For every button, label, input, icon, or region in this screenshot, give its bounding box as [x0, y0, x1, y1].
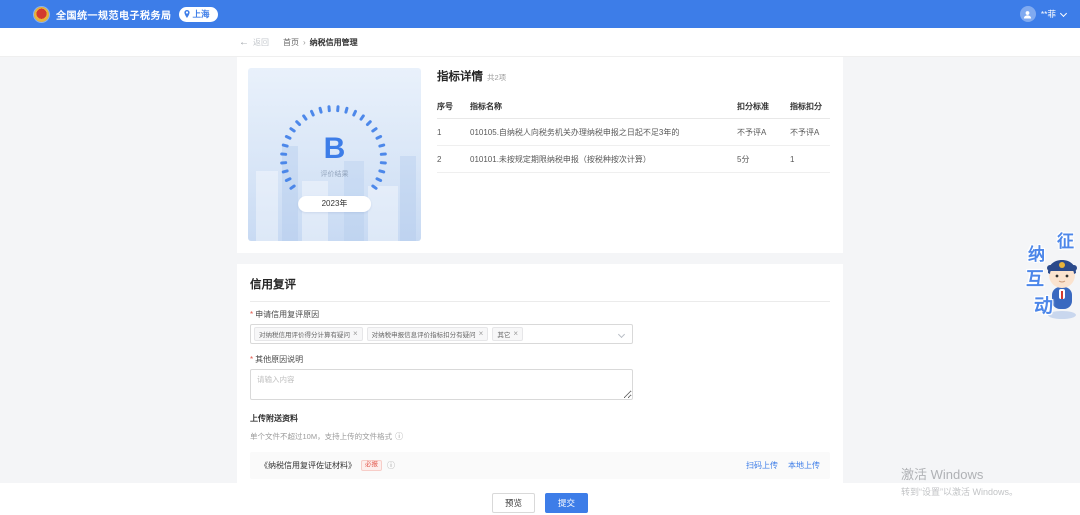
app-header: 全国统一规范电子税务局 上海 **菲 [0, 0, 1080, 28]
col-header-name: 指标名称 [470, 94, 737, 119]
reason-tag: 对纳税信用评价得分计算有疑问 × [254, 327, 363, 341]
back-link[interactable]: 返回 [253, 37, 269, 48]
scan-upload-link[interactable]: 扫码上传 [746, 460, 778, 471]
reason-multiselect[interactable]: 对纳税信用评价得分计算有疑问 × 对纳税申报信息评价指标扣分有疑问 × 其它 × [250, 324, 633, 344]
footer-action-bar: 预览 提交 [0, 483, 1080, 515]
reason-field-label: *申请信用复评原因 [250, 309, 830, 320]
col-header-no: 序号 [437, 94, 470, 119]
user-menu[interactable]: **菲 [1020, 6, 1066, 22]
info-icon[interactable]: ⓘ [387, 460, 395, 471]
reason-tag: 其它 × [492, 327, 523, 341]
rating-year-pill[interactable]: 2023年 [298, 196, 372, 212]
tag-close-icon[interactable]: × [513, 330, 518, 338]
preview-button[interactable]: 预览 [492, 493, 535, 513]
cell-deduction: 1 [790, 146, 830, 173]
location-badge[interactable]: 上海 [179, 7, 218, 22]
cell-name: 010105.自纳税人向税务机关办理纳税申报之日起不足3年的 [470, 119, 737, 146]
user-name: **菲 [1041, 8, 1056, 20]
breadcrumb-current: 纳税信用管理 [310, 37, 358, 48]
reason-tag: 对纳税申报信息评价指标扣分有疑问 × [367, 327, 489, 341]
indicator-table-section: 指标详情共2项 序号 指标名称 扣分标准 指标扣分 1 010105.自纳税人向… [437, 67, 830, 173]
chevron-down-icon [1060, 9, 1067, 16]
rating-grade-label: 评价结果 [248, 169, 421, 179]
cell-no: 2 [437, 146, 470, 173]
cell-no: 1 [437, 119, 470, 146]
interaction-mascot[interactable]: 征 纳 互 动 [1024, 227, 1080, 331]
app-title: 全国统一规范电子税务局 [56, 7, 172, 22]
mascot-char: 纳 [1028, 240, 1045, 265]
submit-button[interactable]: 提交 [545, 493, 588, 513]
attachment-row: 《纳税信用复评佐证材料》 必报 ⓘ 扫码上传 本地上传 [250, 452, 830, 479]
indicator-table: 序号 指标名称 扣分标准 指标扣分 1 010105.自纳税人向税务机关办理纳税… [437, 94, 830, 173]
chevron-down-icon [618, 331, 625, 338]
table-header-row: 序号 指标名称 扣分标准 指标扣分 [437, 94, 830, 119]
cell-name: 010101.未按规定期限纳税申报（按税种按次计算） [470, 146, 737, 173]
other-reason-label: *其他原因说明 [250, 354, 830, 365]
col-header-deduction: 指标扣分 [790, 94, 830, 119]
back-arrow-icon[interactable]: ← [239, 37, 249, 48]
mascot-char: 互 [1026, 265, 1044, 291]
tag-close-icon[interactable]: × [479, 330, 484, 338]
national-emblem-logo [34, 7, 49, 22]
cell-deduction: 不予评A [790, 119, 830, 146]
credit-review-title: 信用复评 [250, 276, 830, 302]
reason-tag-label: 对纳税申报信息评价指标扣分有疑问 [372, 329, 476, 339]
avatar [1020, 6, 1036, 22]
indicator-table-count: 共2项 [487, 73, 506, 82]
col-header-standard: 扣分标准 [737, 94, 790, 119]
rating-grade: B [248, 134, 421, 164]
upload-hint: 单个文件不超过10M，支持上传的文件格式 ⓘ [250, 431, 830, 442]
breadcrumb-separator: › [303, 38, 306, 47]
required-mark: * [250, 310, 253, 319]
breadcrumb: ← 返回 首页 › 纳税信用管理 [0, 28, 1080, 57]
info-icon[interactable]: ⓘ [395, 431, 403, 442]
location-pin-icon [184, 10, 190, 18]
mascot-char: 动 [1034, 291, 1053, 318]
upload-section-title: 上传附送资料 [250, 413, 830, 424]
attachment-name: 《纳税信用复评佐证材料》 [260, 460, 356, 471]
reason-tag-label: 对纳税信用评价得分计算有疑问 [259, 329, 350, 339]
credit-review-card: 信用复评 *申请信用复评原因 对纳税信用评价得分计算有疑问 × 对纳税申报信息评… [237, 264, 843, 483]
required-mark: * [250, 355, 253, 364]
rating-card: B 评价结果 2023年 [248, 68, 421, 241]
table-row: 1 010105.自纳税人向税务机关办理纳税申报之日起不足3年的 不予评A 不予… [437, 119, 830, 146]
indicator-detail-card: B 评价结果 2023年 指标详情共2项 序号 指标名称 扣分标准 指标扣分 1… [237, 57, 843, 253]
tag-close-icon[interactable]: × [353, 330, 358, 338]
indicator-table-title: 指标详情 [437, 71, 483, 83]
other-reason-textarea[interactable] [250, 369, 633, 400]
required-badge: 必报 [361, 460, 382, 471]
user-icon [1023, 10, 1032, 19]
cell-standard: 不予评A [737, 119, 790, 146]
table-row: 2 010101.未按规定期限纳税申报（按税种按次计算） 5分 1 [437, 146, 830, 173]
location-label: 上海 [193, 8, 210, 20]
mascot-char: 征 [1057, 227, 1074, 252]
local-upload-link[interactable]: 本地上传 [788, 460, 820, 471]
breadcrumb-home[interactable]: 首页 [283, 37, 299, 48]
cell-standard: 5分 [737, 146, 790, 173]
reason-tag-label: 其它 [497, 329, 510, 339]
